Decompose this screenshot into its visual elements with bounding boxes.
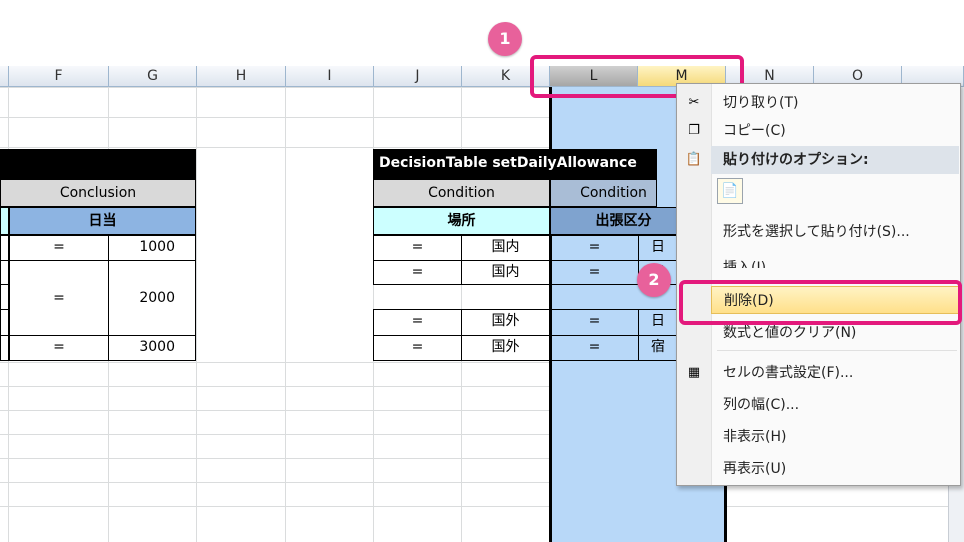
column-header-f[interactable]: F <box>9 66 109 87</box>
right-condition1-header[interactable]: Condition <box>373 179 550 207</box>
corner-header[interactable] <box>0 66 9 87</box>
menu-item-column-width[interactable]: 列の幅(C)... <box>711 391 959 419</box>
menu-item-unhide[interactable]: 再表示(U) <box>711 455 959 483</box>
menu-separator <box>717 350 957 351</box>
right-table-title[interactable]: DecisionTable setDailyAllowance <box>373 149 657 179</box>
clipboard-icon: 📋 <box>685 152 703 167</box>
right-condition1-sub[interactable]: 場所 <box>373 207 550 235</box>
left-table-title[interactable] <box>0 149 196 179</box>
menu-item-copy[interactable]: コピー(C) <box>711 117 959 145</box>
right-kind[interactable]: 日 <box>638 235 678 261</box>
left-value[interactable]: 3000 <box>108 335 196 361</box>
right-op2[interactable]: = <box>550 235 639 261</box>
left-cell[interactable] <box>0 260 9 285</box>
right-place[interactable]: 国内 <box>461 260 550 285</box>
column-header-i[interactable]: I <box>286 66 374 87</box>
column-header-j[interactable]: J <box>374 66 462 87</box>
right-op[interactable]: = <box>373 309 462 336</box>
gridline <box>285 87 286 542</box>
gridline <box>196 87 197 542</box>
left-value[interactable]: 1000 <box>108 235 196 261</box>
left-op[interactable]: = <box>9 260 109 336</box>
left-cell[interactable] <box>0 235 9 261</box>
left-op[interactable]: = <box>9 235 109 261</box>
left-cell[interactable] <box>0 335 9 361</box>
menu-item-hide[interactable]: 非表示(H) <box>711 423 959 451</box>
left-subheader[interactable]: 日当 <box>9 207 196 235</box>
copy-icon: ❐ <box>688 123 700 138</box>
step-badge-1: 1 <box>488 22 522 56</box>
menu-section-paste-options: 貼り付けのオプション: <box>711 146 959 174</box>
left-conclusion-header[interactable]: Conclusion <box>0 179 196 207</box>
column-header-h[interactable]: H <box>197 66 286 87</box>
right-op2[interactable]: = <box>550 309 639 336</box>
menu-item-format-cells[interactable]: セルの書式設定(F)... <box>711 359 959 387</box>
right-op2[interactable]: = <box>550 260 639 285</box>
scissors-icon: ✂ <box>688 95 700 110</box>
step-badge-2: 2 <box>637 263 671 297</box>
left-cell[interactable] <box>0 309 9 336</box>
right-condition2-sub[interactable]: 出張区分 <box>550 207 677 235</box>
menu-item-paste-special[interactable]: 形式を選択して貼り付け(S)... <box>711 218 959 246</box>
paste-icon[interactable]: 📄 <box>717 178 743 204</box>
left-value[interactable]: 2000 <box>108 260 196 336</box>
menu-item-insert[interactable]: 挿入(I) <box>711 254 959 268</box>
right-kind[interactable]: 宿 <box>638 335 678 361</box>
right-op[interactable]: = <box>373 260 462 285</box>
menu-item-cut[interactable]: 切り取り(T) <box>711 89 959 117</box>
right-op[interactable]: = <box>373 335 462 361</box>
right-place[interactable]: 国内 <box>461 235 550 261</box>
right-op2[interactable]: = <box>550 335 639 361</box>
right-kind[interactable]: 日 <box>638 309 678 336</box>
right-op[interactable]: = <box>373 235 462 261</box>
left-op[interactable]: = <box>9 335 109 361</box>
left-cell[interactable] <box>0 207 9 235</box>
right-place[interactable]: 国外 <box>461 335 550 361</box>
column-header-g[interactable]: G <box>109 66 197 87</box>
gridline <box>0 506 964 507</box>
menu-item-clear[interactable]: 数式と値のクリア(N) <box>711 324 959 342</box>
highlight-delete-item <box>679 280 962 325</box>
format-cells-icon: ▦ <box>687 365 701 380</box>
left-cell[interactable] <box>0 284 9 310</box>
right-place[interactable]: 国外 <box>461 309 550 336</box>
right-condition2-header[interactable]: Condition <box>550 179 657 207</box>
